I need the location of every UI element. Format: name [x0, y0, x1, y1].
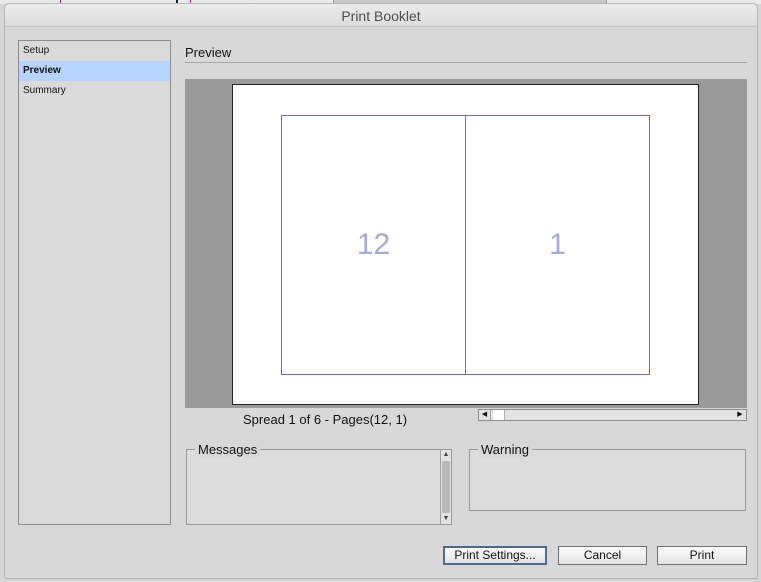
- preview-area: 12 1: [185, 79, 747, 408]
- dialog-title: Print Booklet: [5, 4, 757, 27]
- page-right: 1: [465, 115, 650, 375]
- panel-divider: [185, 62, 747, 63]
- scroll-thumb[interactable]: [493, 410, 505, 420]
- scroll-left-icon[interactable]: ◀: [479, 410, 491, 420]
- cancel-button[interactable]: Cancel: [558, 546, 647, 565]
- messages-group: Messages ▲ ▼: [186, 442, 452, 525]
- messages-scrollbar[interactable]: ▲ ▼: [440, 450, 451, 524]
- warning-group: Warning: [469, 442, 746, 511]
- spread-label: Spread 1 of 6 - Pages(12, 1): [243, 412, 408, 427]
- page-left: 12: [281, 115, 466, 375]
- scroll-down-icon[interactable]: ▼: [441, 514, 451, 524]
- scroll-right-icon[interactable]: ▶: [734, 410, 746, 420]
- scroll-up-icon[interactable]: ▲: [441, 450, 451, 460]
- sidebar-list: Setup Preview Summary: [18, 40, 171, 525]
- spread-scrollbar[interactable]: ◀ ▶: [478, 409, 747, 421]
- sidebar-item-preview[interactable]: Preview: [19, 61, 170, 81]
- page-number-left: 12: [356, 228, 391, 261]
- print-booklet-dialog: Print Booklet Setup Preview Summary Prev…: [4, 3, 758, 579]
- warning-label: Warning: [478, 442, 532, 457]
- page-number-right: 1: [549, 228, 566, 261]
- print-button[interactable]: Print: [657, 546, 747, 565]
- sidebar-item-summary[interactable]: Summary: [19, 81, 170, 101]
- sidebar-item-setup[interactable]: Setup: [19, 41, 170, 61]
- print-settings-button[interactable]: Print Settings...: [443, 546, 547, 565]
- panel-title: Preview: [185, 45, 232, 60]
- scroll-thumb[interactable]: [442, 461, 450, 513]
- printer-sheet: 12 1: [232, 84, 699, 405]
- messages-label: Messages: [195, 442, 261, 457]
